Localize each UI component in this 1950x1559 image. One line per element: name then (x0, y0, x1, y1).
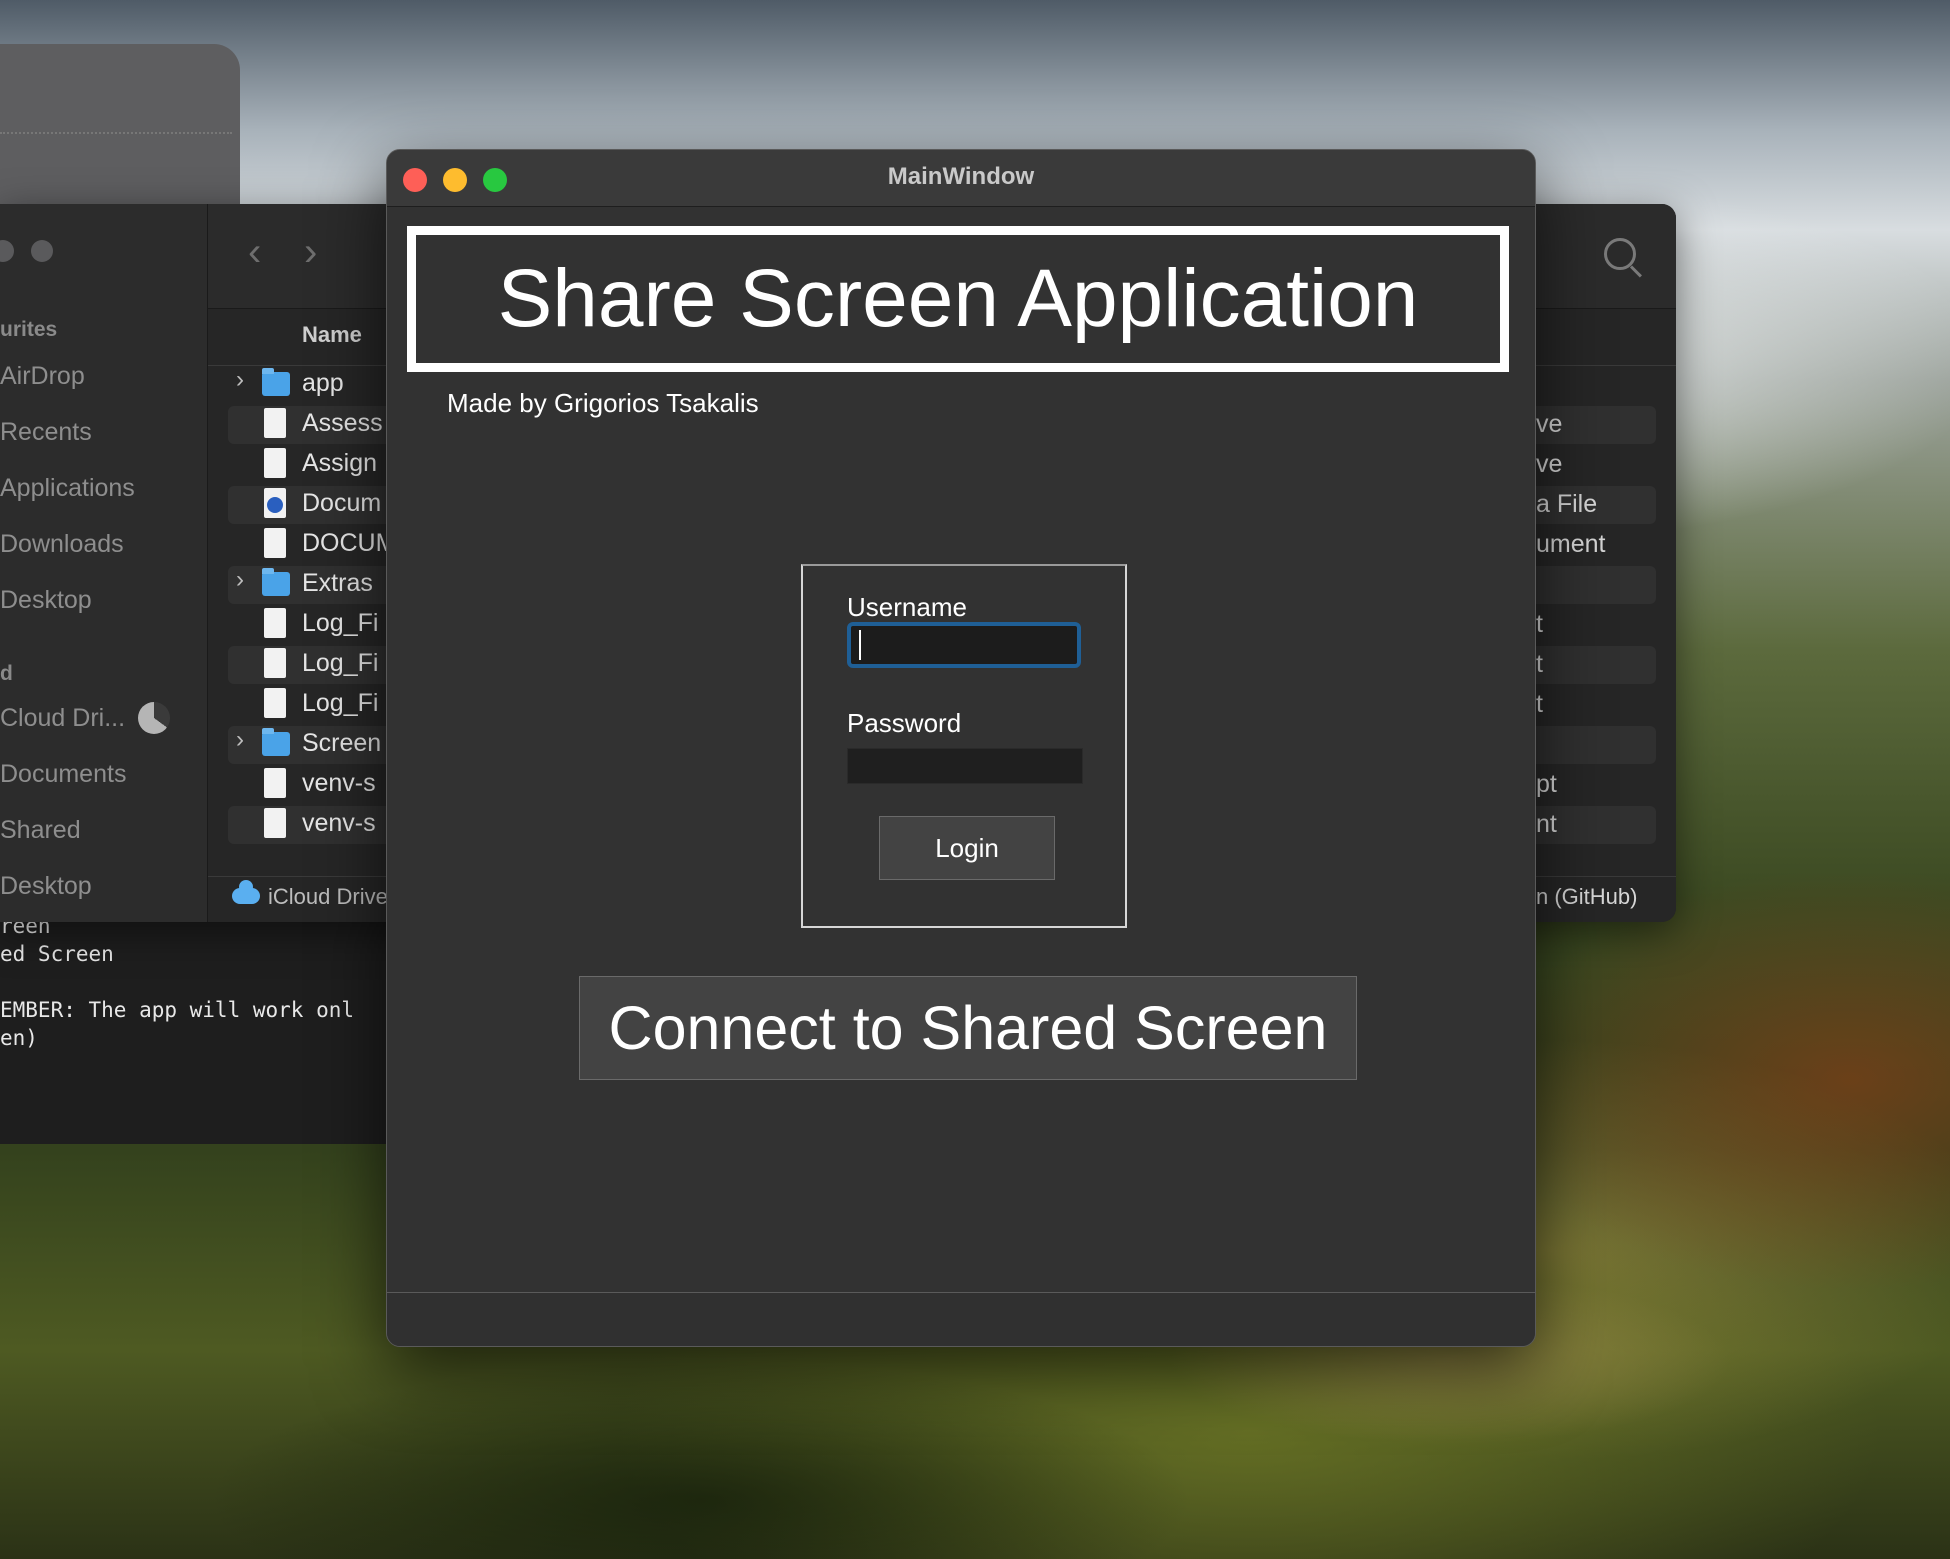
file-name: Screen (302, 729, 382, 757)
kind-cell: t (1536, 650, 1543, 678)
search-icon[interactable] (1604, 238, 1636, 270)
app-header: Share Screen Application (407, 226, 1509, 372)
sidebar-item-airdrop[interactable]: AirDrop (0, 362, 85, 391)
file-name: app (302, 369, 344, 397)
kind-cell: a File (1536, 490, 1598, 518)
text-file-icon (264, 688, 286, 718)
sidebar-item-downloads[interactable]: Downloads (0, 530, 124, 559)
text-file-icon (264, 608, 286, 638)
file-name: Assess (302, 409, 383, 437)
connect-button[interactable]: Connect to Shared Screen (579, 976, 1357, 1080)
window-button-icon[interactable] (0, 240, 14, 262)
app-title: Share Screen Application (497, 253, 1419, 344)
chevron-right-icon[interactable]: › (236, 366, 244, 394)
file-name: Extras (302, 569, 373, 597)
document-icon (264, 528, 286, 558)
login-button[interactable]: Login (879, 816, 1055, 880)
chevron-right-icon[interactable]: › (236, 566, 244, 594)
sidebar-item-icloud-drive[interactable]: Cloud Dri... (0, 704, 125, 733)
password-field[interactable] (847, 748, 1083, 784)
kind-cell: t (1536, 690, 1543, 718)
forward-arrow-icon[interactable]: › (304, 230, 317, 275)
kind-cell: ve (1536, 450, 1563, 478)
file-name: venv-s (302, 769, 376, 797)
status-bar (387, 1292, 1535, 1346)
file-name: Docum (302, 489, 382, 517)
file-name: DOCUM (302, 529, 397, 557)
sync-progress-icon (138, 702, 170, 734)
chevron-right-icon[interactable]: › (236, 726, 244, 754)
kind-cell: ve (1536, 410, 1563, 438)
document-icon (264, 448, 286, 478)
cloud-icon (232, 880, 260, 904)
document-icon (264, 488, 286, 518)
credit-label: Made by Grigorios Tsakalis (447, 388, 759, 418)
username-field[interactable] (847, 622, 1081, 668)
finder-sidebar: urites AirDrop Recents Applications Down… (0, 204, 208, 922)
file-name: Log_Fi (302, 689, 379, 717)
back-arrow-icon[interactable]: ‹ (248, 230, 261, 275)
kind-cell: t (1536, 610, 1543, 638)
sidebar-section-icloud: d (0, 662, 13, 685)
windows-file-icon (264, 808, 286, 838)
sidebar-item-documents[interactable]: Documents (0, 760, 126, 789)
file-name: venv-s (302, 809, 376, 837)
terminal-line: ed Screen (0, 942, 114, 966)
terminal-line: en) (0, 1026, 38, 1050)
username-label: Username (847, 592, 967, 622)
sidebar-item-shared[interactable]: Shared (0, 816, 81, 845)
shell-file-icon (264, 768, 286, 798)
kind-cell: pt (1536, 770, 1557, 798)
column-header-name[interactable]: Name (302, 322, 362, 348)
folder-icon (262, 368, 290, 396)
window-button-icon[interactable] (31, 240, 53, 262)
folder-icon (262, 728, 290, 756)
sidebar-item-applications[interactable]: Applications (0, 474, 135, 503)
text-caret (859, 630, 861, 660)
sidebar-section-favorites: urites (0, 318, 58, 341)
title-bar[interactable]: MainWindow (387, 150, 1535, 207)
file-name: Log_Fi (302, 649, 379, 677)
kind-cell: nt (1536, 810, 1557, 838)
folder-icon (262, 568, 290, 596)
login-panel: Username Password Login (801, 564, 1127, 928)
window-title: MainWindow (887, 163, 1035, 190)
sidebar-item-desktop[interactable]: Desktop (0, 586, 92, 615)
password-label: Password (847, 708, 962, 738)
terminal-line: EMBER: The app will work onl (0, 998, 355, 1022)
path-bar-icloud[interactable]: iCloud Drive (268, 884, 388, 910)
path-bar-right[interactable]: n (GitHub) (1536, 884, 1637, 910)
sidebar-item-desktop-icloud[interactable]: Desktop (0, 872, 92, 901)
kind-cell: ument (1536, 530, 1606, 558)
sidebar-item-recents[interactable]: Recents (0, 418, 92, 447)
file-name: Log_Fi (302, 609, 379, 637)
file-name: Assign (302, 449, 378, 477)
document-icon (264, 408, 286, 438)
main-window[interactable]: MainWindow Share Screen Application Made… (386, 149, 1536, 1347)
terminal-window[interactable]: reen ed Screen EMBER: The app will work … (0, 922, 390, 1144)
text-file-icon (264, 648, 286, 678)
terminal-line: reen (0, 922, 51, 938)
